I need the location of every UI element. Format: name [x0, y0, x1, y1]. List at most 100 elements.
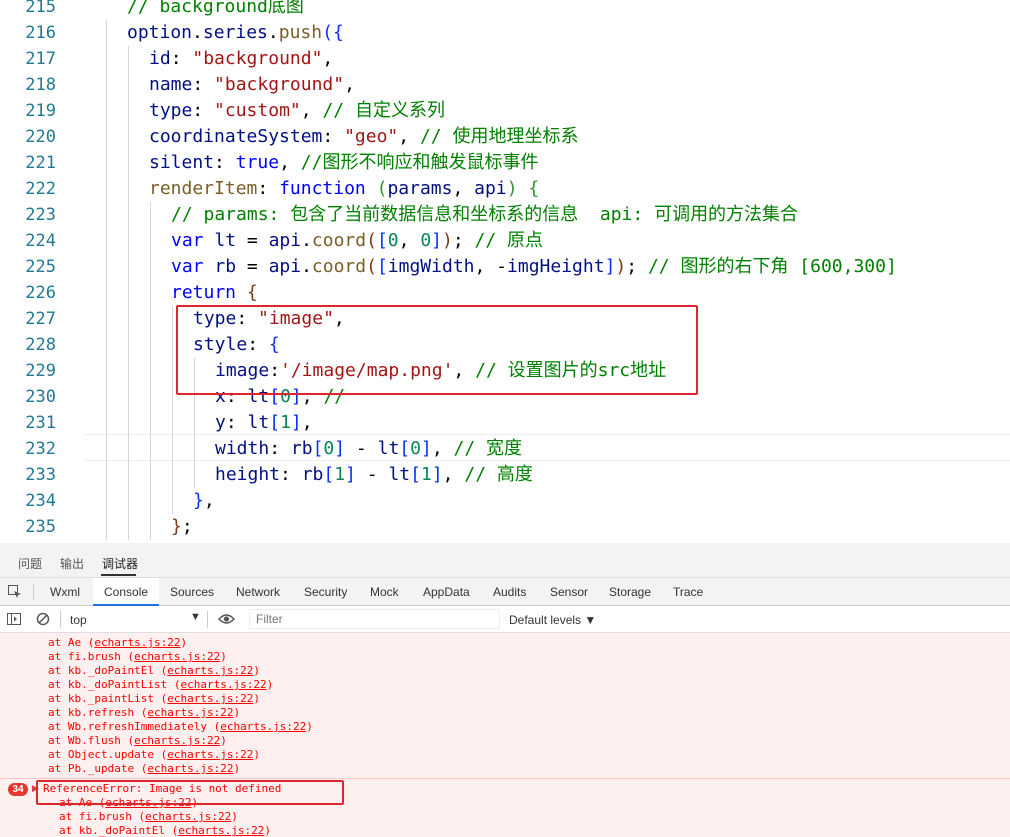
stack-frame: at kb._paintList (echarts.js:22) — [48, 692, 260, 705]
stack-frame-function: at fi.brush — [48, 650, 128, 663]
code-text: renderItem: function (params, api) { — [149, 176, 539, 202]
stack-frame-function: at Wb.flush — [48, 734, 128, 747]
code-line[interactable]: 216 option.series.push({ — [0, 20, 1010, 46]
code-token: , — [203, 490, 215, 511]
code-token: lt — [247, 412, 270, 433]
code-text: id: "background", — [149, 46, 333, 72]
source-link[interactable]: echarts.js:22 — [147, 762, 233, 775]
tab-appdata[interactable]: AppData — [423, 585, 470, 599]
code-text: // background底图 — [127, 0, 304, 20]
code-line[interactable]: 235}; — [0, 514, 1010, 540]
source-link[interactable]: echarts.js:22 — [167, 692, 253, 705]
console-output[interactable]: at Ae (echarts.js:22) at fi.brush (echart… — [0, 633, 1010, 837]
tab-console[interactable]: Console — [104, 585, 148, 599]
stack-frame: at Wb.flush (echarts.js:22) — [48, 734, 227, 747]
tab-trace[interactable]: Trace — [673, 585, 703, 599]
code-text: return { — [171, 280, 258, 306]
stack-frame-function: at Wb.refreshImmediately — [48, 720, 214, 733]
log-levels-dropdown[interactable]: Default levels ▼ — [509, 613, 596, 627]
code-line[interactable]: 221 silent: true, //图形不响应和触发鼠标事件 — [0, 150, 1010, 176]
panel-tab-debugger[interactable]: 调试器 — [102, 555, 138, 572]
line-number: 226 — [25, 283, 56, 303]
code-line[interactable]: 225 var rb = api.coord([imgWidth, -imgHei… — [0, 254, 1010, 280]
code-token: - — [355, 464, 389, 485]
code-line[interactable]: 233 height: rb[1] - lt[1], // 高度 — [0, 462, 1010, 488]
tab-audits[interactable]: Audits — [493, 585, 526, 599]
clear-console-icon[interactable] — [36, 612, 50, 626]
code-token: lt — [377, 438, 400, 459]
stack-frame: at fi.brush (echarts.js:22) — [59, 810, 238, 823]
code-text: coordinateSystem: "geo", // 使用地理坐标系 — [149, 124, 578, 150]
execution-context-select[interactable]: top — [70, 613, 87, 627]
line-number: 223 — [25, 205, 56, 225]
source-link[interactable]: echarts.js:22 — [220, 720, 306, 733]
line-number: 219 — [25, 101, 56, 121]
source-link[interactable]: echarts.js:22 — [145, 810, 231, 823]
code-token: //图形不响应和触发鼠标事件 — [300, 152, 539, 173]
code-line[interactable]: 222 renderItem: function (params, api) { — [0, 176, 1010, 202]
source-link[interactable]: echarts.js:22 — [134, 650, 220, 663]
code-token: lt — [214, 230, 237, 251]
tab-network[interactable]: Network — [236, 585, 280, 599]
code-text: var rb = api.coord([imgWidth, -imgHeight… — [171, 254, 897, 280]
code-token: 1 — [334, 464, 346, 485]
tab-storage[interactable]: Storage — [609, 585, 651, 599]
console-toolbar: top ▼ Default levels ▼ — [0, 606, 1010, 633]
code-line[interactable]: 219 type: "custom", // 自定义系列 — [0, 98, 1010, 124]
source-link[interactable]: echarts.js:22 — [147, 706, 233, 719]
code-token: ( — [366, 256, 377, 277]
code-line[interactable]: 220 coordinateSystem: "geo", // 使用地理坐标系 — [0, 124, 1010, 150]
code-token: ( — [366, 230, 377, 251]
code-text: y: lt[1], — [215, 410, 313, 436]
stack-frame: at Ae (echarts.js:22) — [48, 636, 188, 649]
code-token: [ — [410, 464, 421, 485]
code-line[interactable]: 217 id: "background", — [0, 46, 1010, 72]
code-line[interactable]: 224 var lt = api.coord([0, 0]); // 原点 — [0, 228, 1010, 254]
inspect-element-icon[interactable] — [8, 585, 22, 599]
panel-tabs-bar: 问题 输出 调试器 — [0, 543, 1010, 578]
code-editor[interactable]: 215 // background底图 216 option.series.push(… — [0, 0, 1010, 543]
code-line[interactable]: 218 name: "background", — [0, 72, 1010, 98]
chevron-down-icon[interactable]: ▼ — [190, 611, 201, 623]
panel-tab-problems[interactable]: 问题 — [18, 555, 42, 572]
code-line[interactable]: 234}, — [0, 488, 1010, 514]
code-token: . — [301, 230, 312, 251]
panel-tab-output[interactable]: 输出 — [60, 555, 84, 572]
toolbar-divider — [60, 611, 61, 628]
code-line[interactable]: 223 // params: 包含了当前数据信息和坐标系的信息 api: 可调用的… — [0, 202, 1010, 228]
code-token: : — [192, 100, 215, 121]
code-token: height — [215, 464, 281, 485]
source-link[interactable]: echarts.js:22 — [167, 664, 253, 677]
eye-icon[interactable] — [218, 612, 235, 626]
source-link[interactable]: echarts.js:22 — [134, 734, 220, 747]
tab-mock[interactable]: Mock — [370, 585, 399, 599]
code-token: rb — [290, 438, 313, 459]
source-link[interactable]: echarts.js:22 — [180, 678, 266, 691]
code-line[interactable]: 231 y: lt[1], — [0, 410, 1010, 436]
source-link[interactable]: echarts.js:22 — [178, 824, 264, 837]
code-line[interactable]: 226 return { — [0, 280, 1010, 306]
console-filter-input[interactable] — [249, 609, 500, 629]
tab-sources[interactable]: Sources — [170, 585, 214, 599]
line-number: 232 — [25, 439, 56, 459]
tab-sensor[interactable]: Sensor — [550, 585, 588, 599]
code-line[interactable]: 215 // background底图 — [0, 0, 1010, 20]
line-number: 235 — [25, 517, 56, 537]
tab-security[interactable]: Security — [304, 585, 347, 599]
code-token: [ — [312, 438, 324, 459]
code-token: , — [344, 74, 355, 95]
stack-frame-function: at kb._paintList — [48, 692, 161, 705]
toggle-sidebar-icon[interactable] — [7, 612, 21, 626]
code-token: . — [301, 256, 312, 277]
active-tab-underline — [101, 574, 136, 576]
tab-wxml[interactable]: Wxml — [50, 585, 80, 599]
source-link[interactable]: echarts.js:22 — [167, 748, 253, 761]
source-link[interactable]: echarts.js:22 — [94, 636, 180, 649]
code-token: . — [192, 22, 203, 43]
line-number: 215 — [25, 0, 56, 17]
code-token: // background底图 — [127, 0, 304, 17]
code-line[interactable]: 232 width: rb[0] - lt[0], // 宽度 — [0, 436, 1010, 462]
code-token: 0 — [420, 230, 432, 251]
code-token: : — [192, 74, 215, 95]
code-token: ) — [506, 178, 518, 199]
